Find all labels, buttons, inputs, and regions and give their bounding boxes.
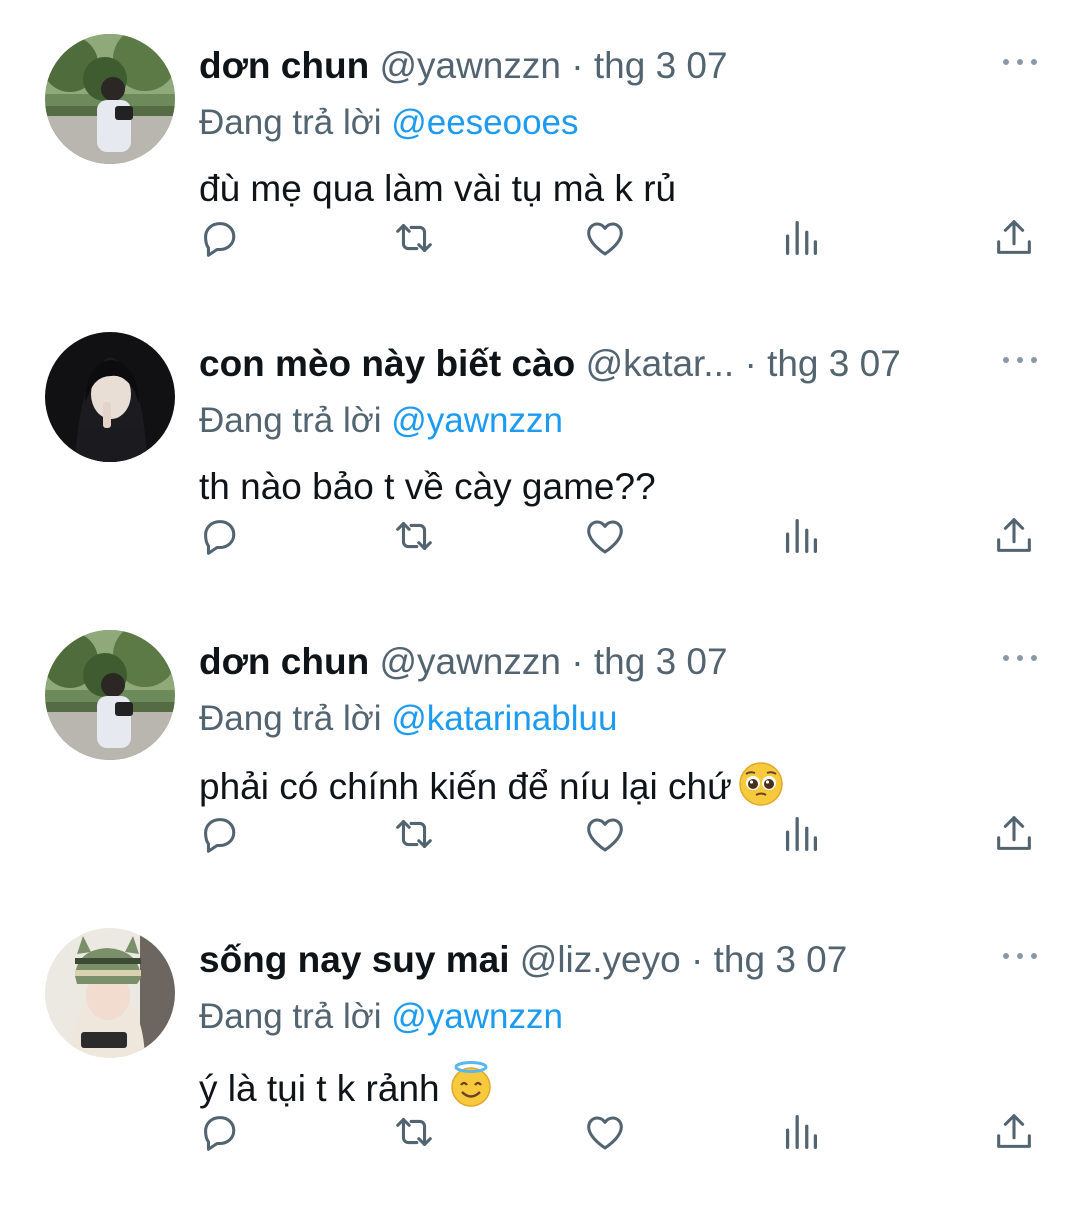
tweet[interactable]: con mèo này biết cào @katar... · thg 3 0… [0, 298, 1080, 596]
reply-icon[interactable] [189, 804, 249, 864]
more-options-icon[interactable] [1000, 646, 1040, 670]
avatar[interactable] [45, 928, 175, 1058]
tweet-header: sống nay suy mai @liz.yeyo · thg 3 07 [199, 936, 847, 984]
tweet-text: đù mẹ qua làm vài tụ mà k rủ [199, 165, 676, 213]
avatar[interactable] [45, 630, 175, 760]
reply-prefix: Đang trả lời [199, 997, 382, 1036]
tweet-text: th nào bảo t về cày game?? [199, 463, 656, 511]
like-icon[interactable] [575, 804, 635, 864]
display-name[interactable]: con mèo này biết cào [199, 343, 575, 384]
user-handle[interactable]: @yawnzzn [379, 641, 561, 682]
tweet-text-body: th nào bảo t về cày game?? [199, 466, 656, 507]
tweet[interactable]: dơn chun @yawnzzn · thg 3 07 Đang trả lờ… [0, 0, 1080, 298]
tweet-actions [0, 804, 1080, 864]
more-options-icon[interactable] [1000, 50, 1040, 74]
like-icon[interactable] [575, 506, 635, 566]
share-icon[interactable] [984, 506, 1044, 566]
timestamp[interactable]: thg 3 07 [594, 641, 728, 682]
timestamp[interactable]: thg 3 07 [714, 939, 848, 980]
user-handle[interactable]: @katar... [586, 343, 735, 384]
tweet[interactable]: sống nay suy mai @liz.yeyo · thg 3 07 Đa… [0, 894, 1080, 1192]
more-options-icon[interactable] [1000, 348, 1040, 372]
views-icon[interactable] [771, 506, 831, 566]
reply-icon[interactable] [189, 1102, 249, 1162]
reply-context: Đang trả lời @eeseooes [199, 100, 579, 146]
display-name[interactable]: dơn chun [199, 641, 369, 682]
avatar[interactable] [45, 34, 175, 164]
retweet-icon[interactable] [384, 804, 444, 864]
retweet-icon[interactable] [384, 1102, 444, 1162]
tweet-header: dơn chun @yawnzzn · thg 3 07 [199, 42, 728, 90]
reply-mention-link[interactable]: @yawnzzn [391, 997, 563, 1036]
reply-icon[interactable] [189, 506, 249, 566]
user-handle[interactable]: @liz.yeyo [520, 939, 681, 980]
like-icon[interactable] [575, 208, 635, 268]
separator: · [571, 641, 584, 682]
tweet[interactable]: dơn chun @yawnzzn · thg 3 07 Đang trả lờ… [0, 596, 1080, 894]
reply-icon[interactable] [189, 208, 249, 268]
tweet-header: con mèo này biết cào @katar... · thg 3 0… [199, 340, 901, 388]
display-name[interactable]: sống nay suy mai [199, 939, 510, 980]
avatar[interactable] [45, 332, 175, 462]
views-icon[interactable] [771, 208, 831, 268]
retweet-icon[interactable] [384, 506, 444, 566]
more-options-icon[interactable] [1000, 944, 1040, 968]
tweet-actions [0, 1102, 1080, 1162]
reply-mention-link[interactable]: @eeseooes [391, 103, 578, 142]
reply-context: Đang trả lời @katarinabluu [199, 696, 617, 742]
tweet-actions [0, 208, 1080, 268]
reply-prefix: Đang trả lời [199, 401, 382, 440]
reply-context: Đang trả lời @yawnzzn [199, 994, 563, 1040]
share-icon[interactable] [984, 208, 1044, 268]
reply-mention-link[interactable]: @yawnzzn [391, 401, 563, 440]
reply-context: Đang trả lời @yawnzzn [199, 398, 563, 444]
reply-prefix: Đang trả lời [199, 699, 382, 738]
retweet-icon[interactable] [384, 208, 444, 268]
tweet-actions [0, 506, 1080, 566]
timestamp[interactable]: thg 3 07 [594, 45, 728, 86]
separator: · [691, 939, 704, 980]
separator: · [744, 343, 757, 384]
views-icon[interactable] [771, 804, 831, 864]
separator: · [571, 45, 584, 86]
user-handle[interactable]: @yawnzzn [379, 45, 561, 86]
views-icon[interactable] [771, 1102, 831, 1162]
share-icon[interactable] [984, 804, 1044, 864]
tweet-text-body: đù mẹ qua làm vài tụ mà k rủ [199, 168, 677, 209]
share-icon[interactable] [984, 1102, 1044, 1162]
reply-mention-link[interactable]: @katarinabluu [391, 699, 617, 738]
tweet-header: dơn chun @yawnzzn · thg 3 07 [199, 638, 728, 686]
tweet-text-body: phải có chính kiến để níu lại chứ [199, 766, 732, 807]
display-name[interactable]: dơn chun [199, 45, 369, 86]
reply-prefix: Đang trả lời [199, 103, 382, 142]
timestamp[interactable]: thg 3 07 [767, 343, 901, 384]
like-icon[interactable] [575, 1102, 635, 1162]
